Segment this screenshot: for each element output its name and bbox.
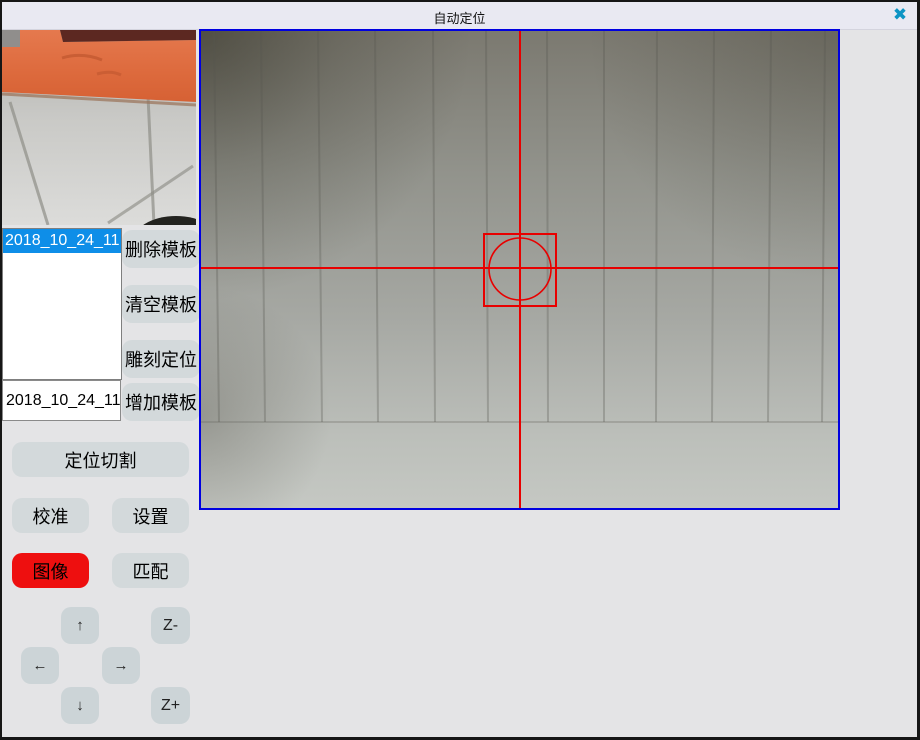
template-list: 2018_10_24_11: [2, 228, 122, 380]
template-list-item[interactable]: 2018_10_24_11: [3, 229, 121, 253]
jog-z-minus-button[interactable]: Z-: [151, 607, 190, 644]
settings-button[interactable]: 设置: [112, 498, 189, 533]
titlebar: 自动定位 ✖: [2, 2, 917, 30]
auto-position-window: 自动定位 ✖: [0, 0, 920, 740]
match-button[interactable]: 匹配: [112, 553, 189, 588]
jog-left-button[interactable]: ←: [21, 647, 59, 684]
jog-down-button[interactable]: ↓: [61, 687, 99, 724]
window-title: 自动定位: [2, 8, 917, 27]
add-template-button[interactable]: 增加模板: [122, 383, 200, 421]
camera-view[interactable]: [199, 29, 840, 510]
window-body: 自动定位 ✖: [2, 2, 917, 737]
image-button[interactable]: 图像: [12, 553, 89, 588]
down-arrow-icon: ↓: [76, 697, 84, 714]
position-cut-button[interactable]: 定位切割: [12, 442, 189, 477]
engrave-position-button[interactable]: 雕刻定位: [122, 340, 200, 378]
template-name-input[interactable]: [2, 380, 121, 421]
jog-up-button[interactable]: ↑: [61, 607, 99, 644]
delete-template-button[interactable]: 删除模板: [122, 230, 200, 268]
up-arrow-icon: ↑: [76, 617, 84, 634]
left-arrow-icon: ←: [33, 657, 48, 674]
jog-right-button[interactable]: →: [102, 647, 140, 684]
right-arrow-icon: →: [114, 657, 129, 674]
calibrate-button[interactable]: 校准: [12, 498, 89, 533]
jog-z-plus-button[interactable]: Z+: [151, 687, 190, 724]
template-preview-image: [2, 30, 196, 225]
clear-templates-button[interactable]: 清空模板: [122, 285, 200, 323]
close-icon[interactable]: ✖: [890, 5, 910, 25]
